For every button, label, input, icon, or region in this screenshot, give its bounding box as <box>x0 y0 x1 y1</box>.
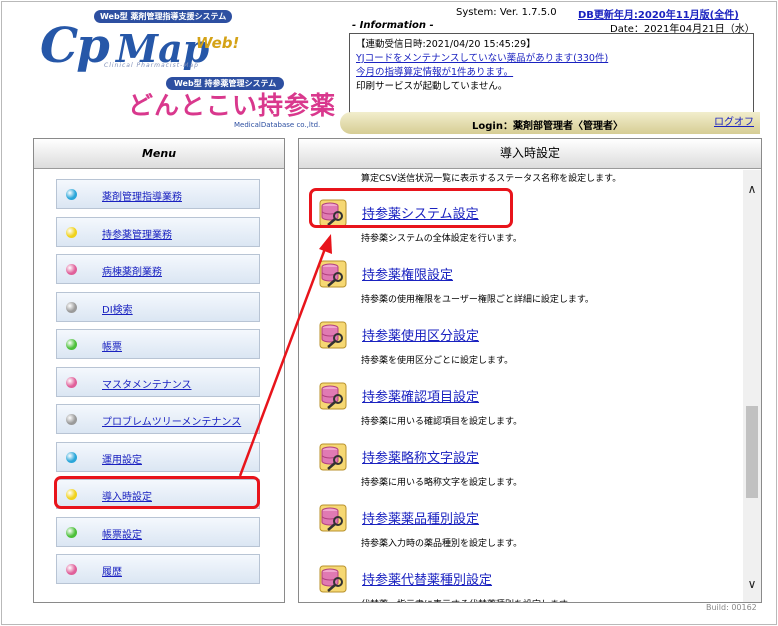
logo-product-name: どんとこい持参薬 <box>128 91 337 120</box>
entry-description: 持参薬入力時の薬品種別を設定します。 <box>361 539 523 549</box>
scroll-up-icon[interactable]: ∧ <box>743 180 761 198</box>
settings-link[interactable]: 持参薬代替薬種別設定 <box>362 569 492 588</box>
bullet-icon <box>66 264 77 275</box>
settings-link[interactable]: 持参薬薬品種別設定 <box>362 508 479 527</box>
menu-item-label[interactable]: 履歴 <box>102 563 122 578</box>
entry-description: 持参薬に用いる略称文字を設定します。 <box>361 478 523 488</box>
bullet-icon <box>66 414 77 425</box>
database-settings-icon <box>319 565 347 593</box>
information-link[interactable]: YJコードをメンテナンスしていない薬品があります(330件) <box>356 52 747 66</box>
bullet-icon <box>66 526 77 538</box>
information-label: - Information - <box>352 20 434 31</box>
logo-corp-name: MedicalDatabase co.,ltd. <box>234 121 321 129</box>
menu-header: Menu <box>34 139 284 169</box>
information-text: 【連動受信日時:2021/04/20 15:45:29】 <box>356 39 536 50</box>
entry-description: 持参薬を使用区分ごとに設定します。 <box>361 356 514 366</box>
logo-web-text: Web! <box>196 34 240 52</box>
build-number: Build: 00162 <box>706 603 757 612</box>
scroll-thumb[interactable] <box>746 406 758 498</box>
menu-item[interactable]: DI検索 <box>56 291 260 322</box>
system-version: System: Ver. 1.7.5.0 <box>456 7 557 18</box>
menu-item[interactable]: 持参薬管理業務 <box>56 216 260 247</box>
menu-item-label[interactable]: マスタメンテナンス <box>102 376 192 391</box>
entry-description-partial: 算定CSV送信状況一覧に表示するステータス名称を設定します。 <box>361 174 622 184</box>
page-title: 導入時設定 <box>499 146 560 160</box>
bullet-icon <box>66 564 77 575</box>
menu-item[interactable]: 薬剤管理指導業務 <box>56 179 260 209</box>
menu-item-label[interactable]: プロブレムツリーメンテナンス <box>102 413 241 428</box>
product-logo: Web型 薬剤管理指導支援システム Cp Map Web! Clinical P… <box>28 4 348 129</box>
scroll-down-icon[interactable]: ∨ <box>743 575 761 593</box>
entry-description: 持参薬に用いる確認項目を設定します。 <box>361 417 523 427</box>
menu-item[interactable]: 履歴 <box>56 554 260 584</box>
menu-item[interactable]: 帳票設定 <box>56 516 260 547</box>
highlight-menu-item <box>54 476 260 509</box>
menu-title: Menu <box>141 147 177 160</box>
settings-link[interactable]: 持参薬権限設定 <box>362 264 453 283</box>
bullet-icon <box>66 301 77 313</box>
menu-item-label[interactable]: 病棟薬剤業務 <box>102 263 162 278</box>
menu-item-label[interactable]: 持参薬管理業務 <box>102 226 172 241</box>
logo-subtitle: Clinical Pharmacist-Map <box>104 62 199 69</box>
logo-cp-text: Cp <box>40 18 110 74</box>
menu-item[interactable]: プロブレムツリーメンテナンス <box>56 404 260 434</box>
main-header: 導入時設定 <box>299 139 761 169</box>
menu-item-label[interactable]: DI検索 <box>102 301 133 316</box>
information-link[interactable]: 今月の指導算定情報が1件あります。 <box>356 66 747 80</box>
highlight-main-entry <box>309 188 513 228</box>
bullet-icon <box>66 339 77 350</box>
database-settings-icon <box>319 443 347 471</box>
menu-item[interactable]: マスタメンテナンス <box>56 366 260 397</box>
bullet-icon <box>66 226 77 238</box>
menu-item[interactable]: 運用設定 <box>56 441 260 472</box>
db-update-link[interactable]: DB更新年月:2020年11月版(全件) <box>578 6 739 21</box>
bullet-icon <box>66 189 77 200</box>
menu-panel: Menu 薬剤管理指導業務 持参薬管理業務 病棟薬剤業務 DI検索帳票マスタメンテナン… <box>33 138 285 603</box>
menu-item-label[interactable]: 帳票設定 <box>102 526 142 541</box>
information-text: 印刷サービスが起動していません。 <box>356 81 508 92</box>
entry-description: 代替薬、指示書に表示する代替薬種別を設定します。 <box>361 597 576 602</box>
database-settings-icon <box>319 321 347 349</box>
database-settings-icon <box>319 382 347 410</box>
login-user: Login：薬剤部管理者〈管理者〉 <box>472 121 623 132</box>
bullet-icon <box>66 451 77 463</box>
settings-link[interactable]: 持参薬使用区分設定 <box>362 325 479 344</box>
settings-link[interactable]: 持参薬略称文字設定 <box>362 447 479 466</box>
settings-link[interactable]: 持参薬確認項目設定 <box>362 386 479 405</box>
menu-item[interactable]: 病棟薬剤業務 <box>56 254 260 284</box>
vertical-scrollbar[interactable]: ∧ ∨ <box>743 170 761 602</box>
entry-description: 持参薬の使用権限をユーザー権限ごと詳細に設定します。 <box>361 295 594 305</box>
entry-description: 持参薬システムの全体設定を行います。 <box>361 234 522 244</box>
logoff-link[interactable]: ログオフ <box>714 113 754 128</box>
database-settings-icon <box>319 260 347 288</box>
logo-badge-top: Web型 薬剤管理指導支援システム <box>94 10 233 23</box>
bullet-icon <box>66 376 77 388</box>
menu-item[interactable]: 帳票 <box>56 329 260 359</box>
information-box: 【連動受信日時:2021/04/20 15:45:29】 YJコードをメンテナンス… <box>349 33 754 113</box>
menu-item-label[interactable]: 薬剤管理指導業務 <box>102 188 182 203</box>
menu-item-label[interactable]: 運用設定 <box>102 451 142 466</box>
database-settings-icon <box>319 504 347 532</box>
menu-item-label[interactable]: 帳票 <box>102 338 122 353</box>
